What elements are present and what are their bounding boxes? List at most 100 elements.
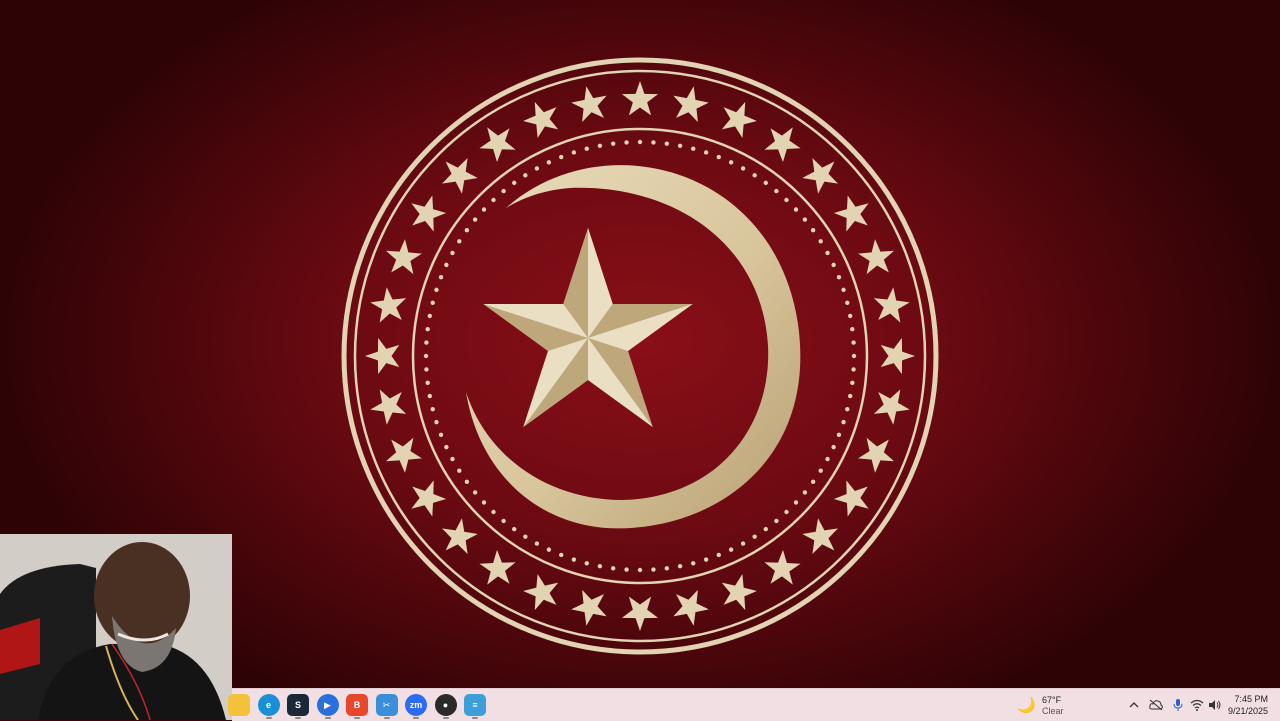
ring-star [385,239,422,275]
cloud-off-icon[interactable] [1148,697,1164,713]
ring-dot [501,518,506,524]
ring-dot [691,146,696,151]
outer-star-ring [365,81,915,631]
folder-icon[interactable] [228,694,250,716]
ring-dot [438,275,444,280]
ring-dot [491,509,496,515]
ring-star [833,480,869,517]
ring-dot [677,143,683,148]
ring-dot [559,154,564,160]
ring-dot [851,340,856,345]
ring-star [764,127,801,163]
ring-dot [850,326,855,332]
ring-dot [438,432,444,437]
microphone-icon[interactable] [1172,697,1184,713]
running-indicator [265,717,272,719]
ring-dot [810,228,816,233]
ring-star [721,574,757,611]
scissors-icon[interactable]: ✂ [375,694,398,719]
ring-dot [740,166,746,171]
play-icon[interactable]: ▶ [316,694,339,719]
ring-dot [831,262,836,268]
ring-dot [501,188,506,194]
ring-star [673,589,709,626]
ring-star [442,518,478,554]
ring-dot [425,380,430,386]
obs-icon[interactable]: ● [434,694,457,719]
brave-icon[interactable]: B [346,694,368,719]
ring-star [621,81,659,116]
ring-dot [637,567,643,573]
running-indicator [442,717,449,719]
ring-dot [716,552,721,558]
ring-dot [450,456,455,462]
ring-dot [784,509,789,515]
ring-dot [637,139,643,145]
ring-dot [740,541,746,546]
ring-dot [546,160,552,165]
clock-date: 9/21/2025 [1227,706,1268,716]
ring-dot [728,160,734,165]
steam-icon[interactable]: S [287,694,309,719]
ring-dot [624,567,629,572]
running-indicator [295,717,301,719]
ring-dot [430,407,435,412]
ring-dot [559,552,564,558]
edge-icon[interactable]: e [257,694,280,719]
running-indicator [472,717,478,719]
ring-dot [841,287,846,293]
ring-star [365,337,400,375]
ring-dot [691,561,696,566]
ring-dot [763,180,768,186]
ring-dot [434,419,439,425]
ring-star [802,158,838,194]
ring-dot [836,432,842,437]
ring-dot [664,566,670,571]
ring-star [764,549,801,585]
ring-dot [651,567,656,572]
zoom-icon[interactable]: zm [405,694,427,719]
ring-dot [450,250,455,256]
ring-dot [571,557,577,562]
ring-dot [774,188,779,194]
ring-dot [848,393,853,399]
ring-dot [427,393,432,399]
ring-dot [597,143,603,148]
ring-dot [818,468,823,473]
ring-dot [571,150,577,155]
ring-star [571,589,607,626]
ring-dot [825,456,830,462]
speaker-icon[interactable] [1208,697,1222,713]
ring-dot [464,479,470,484]
ring-dot [425,326,430,332]
chevron-up-icon[interactable] [1128,697,1140,713]
ring-dot [851,353,857,359]
ring-dot [523,173,528,178]
ring-dot [423,353,429,359]
ring-star [523,101,559,138]
ring-star [442,158,478,194]
ring-dot [703,150,709,155]
ring-dot [624,140,629,145]
notepad-icon[interactable]: ≡ [464,694,486,719]
ring-star [833,195,869,232]
ring-dot [457,468,462,473]
ring-dot [836,275,842,280]
ring-star [385,437,422,473]
ring-dot [651,140,656,145]
ring-star [880,337,915,375]
ring-star [479,127,516,163]
running-indicator [413,717,419,719]
ring-star [858,239,895,275]
wifi-icon[interactable] [1190,697,1204,713]
ring-star [621,596,659,631]
ring-star [873,389,910,425]
ring-dot [512,526,517,532]
ring-dot [534,541,540,546]
ring-star [370,287,407,323]
system-clock[interactable]: 7:45 PM 9/21/2025 [1228,693,1268,717]
ring-dot [802,490,808,495]
outer-ring [341,57,939,655]
ring-dot [464,228,470,233]
weather-condition: Clear [1042,706,1064,716]
